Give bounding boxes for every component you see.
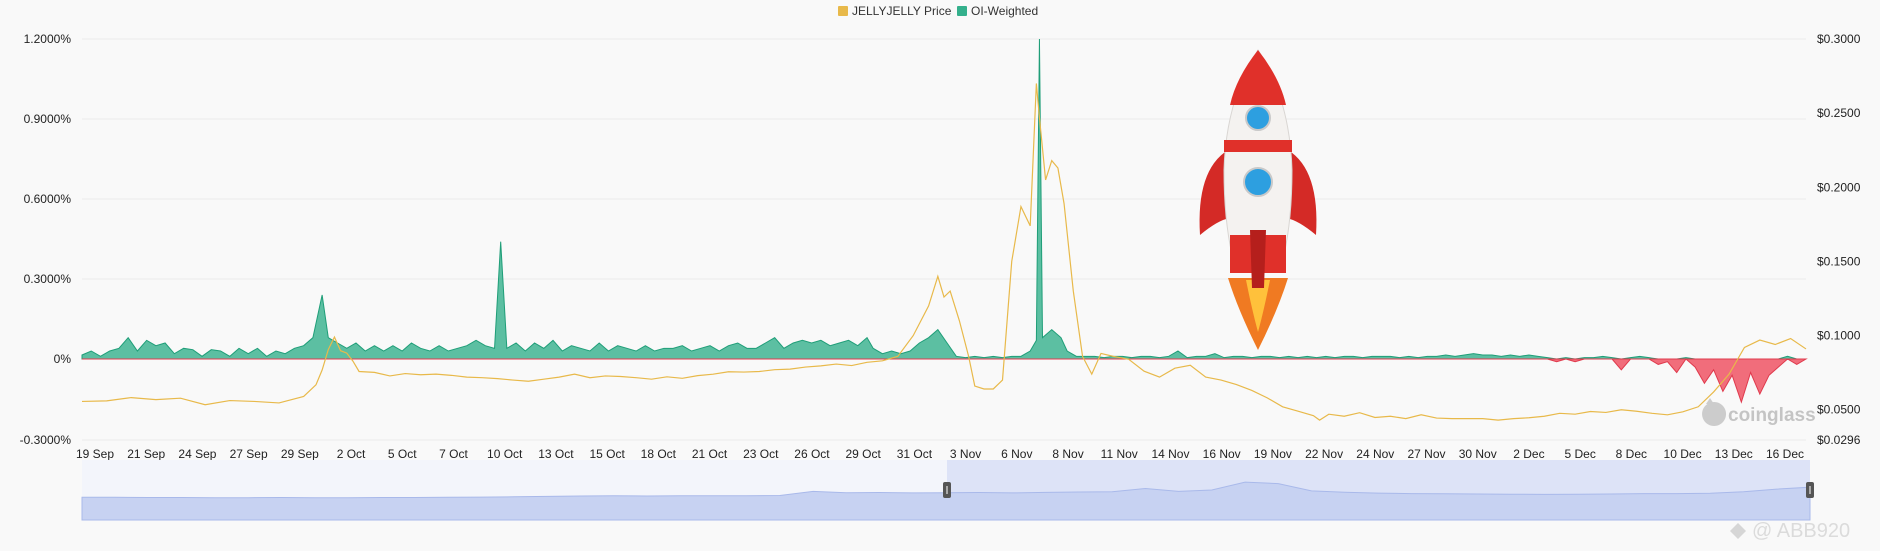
y-axis-left: -0.3000% 0% 0.3000% 0.6000% 0.9000% 1.2000% [20,32,72,447]
x-tick-label-16: 31 Oct [897,447,933,461]
x-tick-label-25: 24 Nov [1356,447,1394,461]
price-line [81,83,1807,421]
rocket-image [1199,49,1317,350]
gridlines [82,38,1806,441]
y-right-tick-label-4: $0.2000 [1817,180,1861,194]
x-tick-label-0: 19 Sep [76,447,114,461]
coinglass-watermark: coinglass [1702,398,1816,426]
chart-legend: JELLYJELLY Price OI-Weighted [838,4,1038,18]
rocket-band-top [1224,140,1292,152]
rocket-nose [1230,50,1286,105]
y-axis-right: $0.0296 $0.0500 $0.1000 $0.1500 $0.2000 $0.25… [1817,32,1861,447]
x-tick-label-7: 7 Oct [439,447,468,461]
y-left-tick-label-5: 1.2000% [24,32,72,46]
oi-weighted-area [81,38,1808,404]
x-tick-label-6: 5 Oct [388,447,417,461]
x-tick-label-23: 19 Nov [1254,447,1292,461]
x-tick-label-13: 23 Oct [743,447,779,461]
oi-weighted-negative-area [82,358,1808,404]
x-tick-label-5: 2 Oct [337,447,366,461]
y-left-tick-label-1: 0% [54,352,72,366]
rocket-window-top [1245,105,1271,131]
legend-swatch-price [838,6,848,16]
x-tick-label-1: 21 Sep [127,447,165,461]
x-tick-label-10: 15 Oct [589,447,625,461]
x-tick-label-15: 29 Oct [846,447,882,461]
x-tick-label-27: 30 Nov [1459,447,1497,461]
x-tick-label-3: 27 Sep [230,447,268,461]
binance-logo-icon [1730,523,1746,539]
x-tick-label-22: 16 Nov [1203,447,1241,461]
coinglass-logo-icon [1702,402,1727,426]
author-handle-text: @ ABB920 [1752,520,1850,542]
y-right-tick-label-0: $0.0296 [1817,433,1861,447]
price-series-line [81,83,1807,421]
x-tick-label-26: 27 Nov [1407,447,1445,461]
x-tick-label-9: 13 Oct [538,447,574,461]
x-tick-label-12: 21 Oct [692,447,728,461]
x-tick-label-19: 8 Nov [1052,447,1083,461]
x-tick-label-17: 3 Nov [950,447,981,461]
x-tick-label-14: 26 Oct [794,447,830,461]
x-tick-label-28: 2 Dec [1513,447,1544,461]
rocket-window-bottom [1243,167,1273,197]
navigator-handle-right[interactable] [1806,482,1814,498]
x-tick-label-11: 18 Oct [641,447,677,461]
x-tick-label-2: 24 Sep [178,447,216,461]
legend-item-price[interactable]: JELLYJELLY Price [838,4,952,18]
x-tick-label-33: 16 Dec [1766,447,1804,461]
rocket-fin-center [1250,230,1266,288]
range-navigator[interactable] [81,460,1814,521]
y-left-tick-label-4: 0.9000% [24,112,72,126]
x-tick-label-8: 10 Oct [487,447,523,461]
navigator-handle-left[interactable] [943,482,951,498]
oi-weighted-funding-chart: JELLYJELLY Price OI-Weighted -0.3000% 0% 0… [20,4,1861,542]
y-right-tick-label-1: $0.0500 [1817,403,1861,417]
y-left-tick-label-2: 0.3000% [24,272,72,286]
x-tick-label-18: 6 Nov [1001,447,1032,461]
y-left-tick-label-3: 0.6000% [24,192,72,206]
x-axis: 19 Sep 21 Sep 24 Sep 27 Sep 29 Sep 2 Oct 5 Oct… [76,447,1804,461]
coinglass-brand-text: coinglass [1728,405,1816,426]
author-watermark: @ ABB920 [1730,520,1850,542]
legend-label-price: JELLYJELLY Price [852,4,952,18]
x-tick-label-29: 5 Dec [1564,447,1595,461]
legend-swatch-oi-weighted [957,6,967,16]
y-right-tick-label-2: $0.1000 [1817,329,1861,343]
y-left-tick-label-0: -0.3000% [20,433,72,447]
y-right-tick-label-6: $0.3000 [1817,32,1861,46]
x-tick-label-32: 13 Dec [1715,447,1753,461]
x-tick-label-24: 22 Nov [1305,447,1343,461]
legend-item-oi-weighted[interactable]: OI-Weighted [957,4,1038,18]
x-tick-label-20: 11 Nov [1101,447,1138,461]
x-tick-label-21: 14 Nov [1151,447,1189,461]
y-right-tick-label-5: $0.2500 [1817,106,1861,120]
x-tick-label-31: 10 Dec [1664,447,1702,461]
legend-label-oi-weighted: OI-Weighted [971,4,1038,18]
y-right-tick-label-3: $0.1500 [1817,254,1861,268]
x-tick-label-30: 8 Dec [1616,447,1647,461]
x-tick-label-4: 29 Sep [281,447,319,461]
